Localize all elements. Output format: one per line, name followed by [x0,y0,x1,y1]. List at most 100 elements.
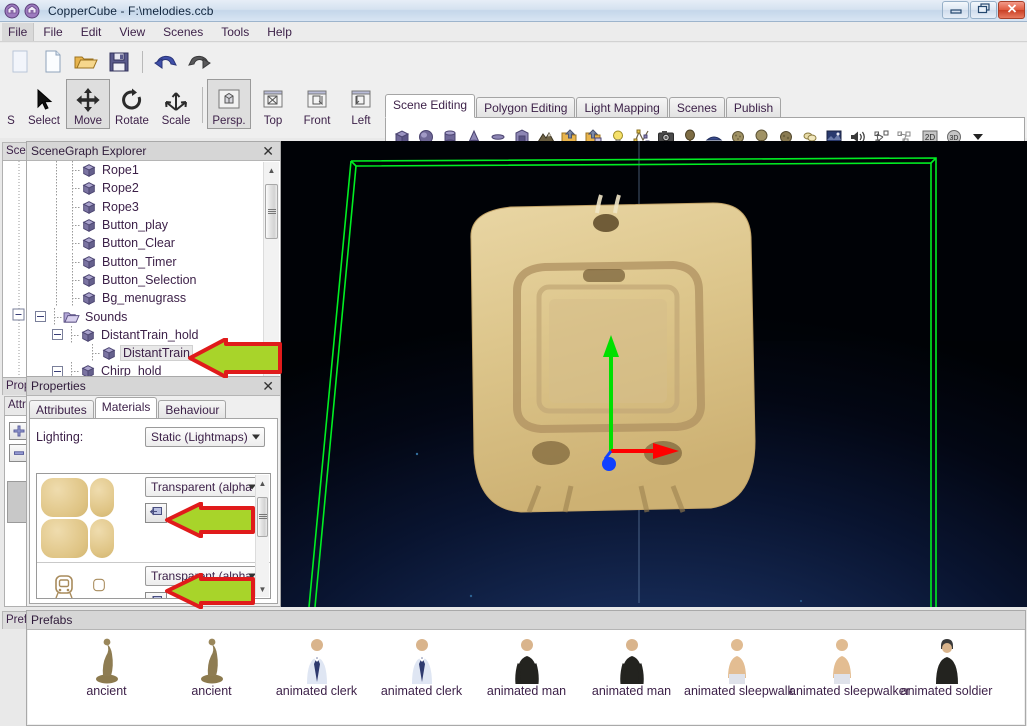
view-persp-button[interactable]: Persp. [207,79,251,129]
tab-behaviour[interactable]: Behaviour [158,400,227,419]
menu-scenes[interactable]: Scenes [154,23,212,41]
prefabs-list[interactable]: ancient ancient animated clerk animated … [28,630,1024,724]
prefab-item[interactable] [264,716,369,724]
undo-icon[interactable] [152,48,180,76]
train-texture-thumb[interactable] [89,567,109,598]
menu-ghost-file[interactable]: File [2,22,35,41]
prefab-item[interactable]: ancient [159,634,264,698]
menu-file[interactable]: File [34,23,71,41]
tree-item-label: Sounds [85,309,128,324]
tree-elbow [65,161,81,180]
prefab-item[interactable]: animated man [579,634,684,698]
cookie-texture-thumb[interactable] [90,519,114,558]
tree-item-rope2[interactable]: Rope2 [27,179,280,198]
cookie-texture-thumb[interactable] [41,519,88,558]
mesh-cube-icon [81,235,97,251]
scenegraph-close-button[interactable]: ✕ [260,144,276,158]
rotate-tool-button[interactable]: Rotate [110,79,154,129]
scale-tool-button[interactable]: Scale [154,79,198,129]
prefab-item[interactable]: animated sleepwalker [789,634,910,698]
mesh-cube-icon [81,217,97,233]
tree-collapse-toggle[interactable] [35,311,46,323]
tree-item-button-clear[interactable]: Button_Clear [27,234,280,253]
scroll-up-button[interactable]: ▲ [264,162,279,178]
prefab-item[interactable]: animated sleepwalk [684,634,794,698]
prefab-item[interactable] [684,716,789,724]
tree-item-rope1[interactable]: Rope1 [27,161,280,180]
close-button[interactable] [998,1,1025,19]
scrollbar-thumb[interactable] [257,497,268,537]
prefab-item[interactable] [159,716,264,724]
redo-icon[interactable] [185,48,213,76]
scroll-up-button[interactable]: ▲ [256,475,269,491]
window-title: CopperCube - F:\melodies.ccb [48,3,214,18]
prefab-item[interactable]: animated man [474,634,579,698]
prefab-item[interactable]: animated clerk [369,634,474,698]
tab-scenes[interactable]: Scenes [668,97,725,118]
tab-polygon-editing[interactable]: Polygon Editing [476,97,576,118]
maximize-button[interactable] [970,1,997,19]
prefab-item[interactable]: animated soldier [894,634,999,698]
scroll-down-button[interactable]: ▼ [256,581,269,597]
main-toolbar: S Select Move Rotate Scale Persp. Top Fr… [0,43,1027,157]
prefab-item[interactable] [894,716,999,724]
prefab-item[interactable]: animated clerk [264,634,369,698]
properties-close-button[interactable]: ✕ [260,379,276,393]
menu-tools[interactable]: Tools [212,23,258,41]
open-folder-icon[interactable] [72,48,100,76]
train-texture-thumb[interactable] [41,567,87,598]
tab-publish[interactable]: Publish [725,97,782,118]
tree-item-label: Rope2 [102,181,139,196]
prefab-item[interactable] [54,716,159,724]
tree-item-button-selection[interactable]: Button_Selection [27,270,280,289]
tree-elbow [65,252,81,271]
tab-scene-editing[interactable]: Scene Editing [385,94,476,118]
menu-view[interactable]: View [110,23,154,41]
tree-elbow [65,179,81,198]
view-left-button[interactable]: Left [339,79,383,129]
prefabs-row-1: ancient ancient animated clerk animated … [54,634,1024,698]
tree-item-bg-menugrass[interactable]: Bg_menugrass [27,289,280,308]
new-blank-icon[interactable] [6,48,34,76]
tree-item-sounds[interactable]: Sounds [27,307,280,326]
cookie-texture-thumb[interactable] [90,478,114,517]
cookie-texture-thumb[interactable] [41,478,88,517]
prefabs-title: Prefabs [31,613,73,627]
menu-help[interactable]: Help [258,23,301,41]
tab-attributes[interactable]: Attributes [29,400,94,419]
properties-title: Properties [31,379,86,393]
prefab-item[interactable] [789,716,894,724]
lighting-select[interactable]: Static (Lightmaps) [145,427,265,447]
save-disk-icon[interactable] [105,48,133,76]
move-tool-button[interactable]: Move [66,79,110,129]
view-front-label: Front [303,115,331,127]
prefab-item[interactable] [369,716,474,724]
view-top-button[interactable]: Top [251,79,295,129]
tab-materials[interactable]: Materials [94,397,158,419]
tree-item-rope3[interactable]: Rope3 [27,197,280,216]
tree-collapse-toggle[interactable] [52,329,63,341]
bicycle-icon [579,716,684,724]
material-1-type-select[interactable]: Transparent (alpha [145,477,261,497]
scrollbar-grip [267,208,276,215]
minimize-button[interactable] [942,1,969,19]
tree-item-button-play[interactable]: Button_play [27,216,280,235]
tree-elbow [47,307,63,326]
select-tool-button[interactable]: Select [22,79,66,129]
3d-viewport[interactable] [281,141,1027,607]
prefab-item[interactable]: ancient [54,634,159,698]
statue-icon [159,634,264,684]
new-document-icon[interactable] [39,48,67,76]
scrollbar-thumb[interactable] [265,184,278,239]
man-icon [474,634,579,684]
prefab-item[interactable] [579,716,684,724]
select-texture-icon [149,507,162,516]
tab-light-mapping[interactable]: Light Mapping [576,97,668,118]
materials-scrollbar[interactable]: ▲ ▼ [255,475,269,597]
view-front-button[interactable]: Front [295,79,339,129]
editing-tabs: Scene Editing Polygon Editing Light Mapp… [385,94,782,118]
viewport-scene [281,141,1027,607]
tree-item-button-timer[interactable]: Button_Timer [27,252,280,271]
menu-edit[interactable]: Edit [72,23,111,41]
prefab-item[interactable] [474,716,579,724]
